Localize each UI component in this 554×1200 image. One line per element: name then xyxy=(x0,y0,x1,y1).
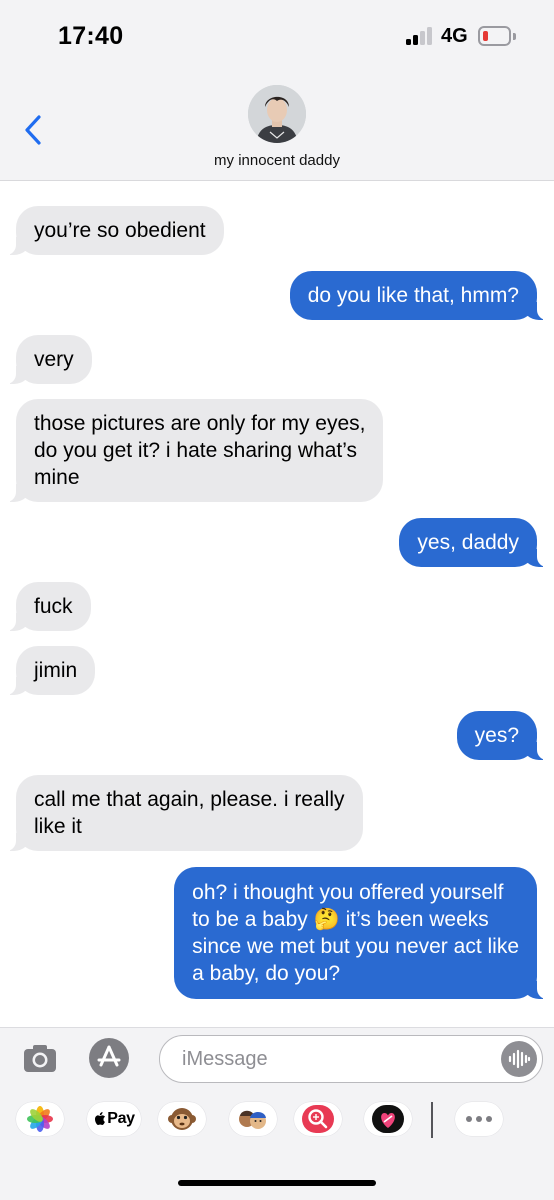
photos-icon xyxy=(27,1106,53,1132)
message-text: do you like that, hmm? xyxy=(307,284,519,307)
message-bubble-incoming[interactable]: those pictures are only for my eyes, do … xyxy=(5,399,384,502)
message-bubble-outgoing[interactable]: do you like that, hmm? xyxy=(289,271,548,320)
voice-message-button[interactable] xyxy=(501,1041,537,1077)
message-bubble-incoming[interactable]: call me that again, please. i really lik… xyxy=(6,775,363,851)
monkey-emoji-icon xyxy=(168,1108,196,1130)
message-text: fuck xyxy=(34,595,73,618)
heart-app-icon xyxy=(372,1105,404,1133)
audio-waveform-icon xyxy=(508,1049,531,1069)
message-text-line: call me that again, please. i really xyxy=(34,788,345,811)
message-text-line: a baby, do you? xyxy=(192,962,341,985)
avatar-photo xyxy=(248,85,306,143)
message-bubble-outgoing[interactable]: oh? i thought you offered yourself to be… xyxy=(174,867,547,999)
appstore-icon xyxy=(97,1045,121,1067)
message-bubble-incoming[interactable]: jimin xyxy=(5,646,96,695)
message-bubble-incoming[interactable]: you’re so obedient xyxy=(6,206,224,255)
network-type: 4G xyxy=(441,25,468,47)
apple-pay-label: Pay xyxy=(107,1110,135,1127)
more-icon xyxy=(466,1116,492,1122)
apple-pay-button[interactable]: Pay xyxy=(87,1102,141,1136)
message-text: you’re so obedient xyxy=(34,219,206,242)
message-bubble-outgoing[interactable]: yes? xyxy=(456,711,548,760)
message-text: very xyxy=(34,348,74,371)
battery-cap xyxy=(513,33,516,40)
message-text: yes? xyxy=(474,724,519,747)
chevron-left-icon xyxy=(25,115,41,145)
message-text-line: oh? i thought you offered yourself xyxy=(192,881,504,904)
message-text-line: do you get it? i hate sharing what’s xyxy=(34,439,357,462)
heart-app-button[interactable] xyxy=(364,1102,412,1136)
appstore-button[interactable] xyxy=(89,1038,129,1078)
web-search-button[interactable] xyxy=(294,1102,342,1136)
apple-logo-icon xyxy=(95,1112,106,1125)
camera-icon xyxy=(24,1045,56,1072)
photos-app-button[interactable] xyxy=(16,1102,64,1136)
message-text-line: since we met but you never act like xyxy=(192,935,519,958)
conversation-header: 17:40 4G my innocent daddy xyxy=(0,0,554,181)
animoji-button[interactable] xyxy=(158,1102,206,1136)
battery-icon xyxy=(478,26,511,46)
message-text-line: to be a baby 🤔 it’s been weeks xyxy=(192,908,489,931)
memoji-icon xyxy=(239,1110,266,1129)
message-input[interactable]: iMessage xyxy=(159,1035,543,1083)
contact-avatar[interactable] xyxy=(248,85,306,143)
compose-bar: iMessage xyxy=(0,1027,554,1090)
cellular-signal-icon xyxy=(406,27,434,45)
message-text: jimin xyxy=(34,659,78,682)
message-bubble-incoming[interactable]: very xyxy=(6,335,92,384)
back-button[interactable] xyxy=(18,110,54,150)
message-bubble-outgoing[interactable]: yes, daddy xyxy=(399,518,547,567)
more-apps-button[interactable] xyxy=(455,1102,503,1136)
contact-name[interactable]: my innocent daddy xyxy=(0,152,554,169)
home-indicator[interactable] xyxy=(178,1180,376,1186)
message-text-line: like it xyxy=(34,815,82,838)
message-input-placeholder: iMessage xyxy=(182,1048,268,1070)
message-bubble-incoming[interactable]: fuck xyxy=(6,582,91,631)
app-drawer-divider xyxy=(431,1102,433,1138)
camera-button[interactable] xyxy=(22,1040,58,1076)
message-text: yes, daddy xyxy=(417,531,519,554)
message-text-line: mine xyxy=(34,466,80,489)
status-time: 17:40 xyxy=(58,22,124,50)
message-text-line: those pictures are only for my eyes, xyxy=(34,412,366,435)
memoji-button[interactable] xyxy=(229,1102,277,1136)
web-search-icon xyxy=(302,1105,334,1133)
